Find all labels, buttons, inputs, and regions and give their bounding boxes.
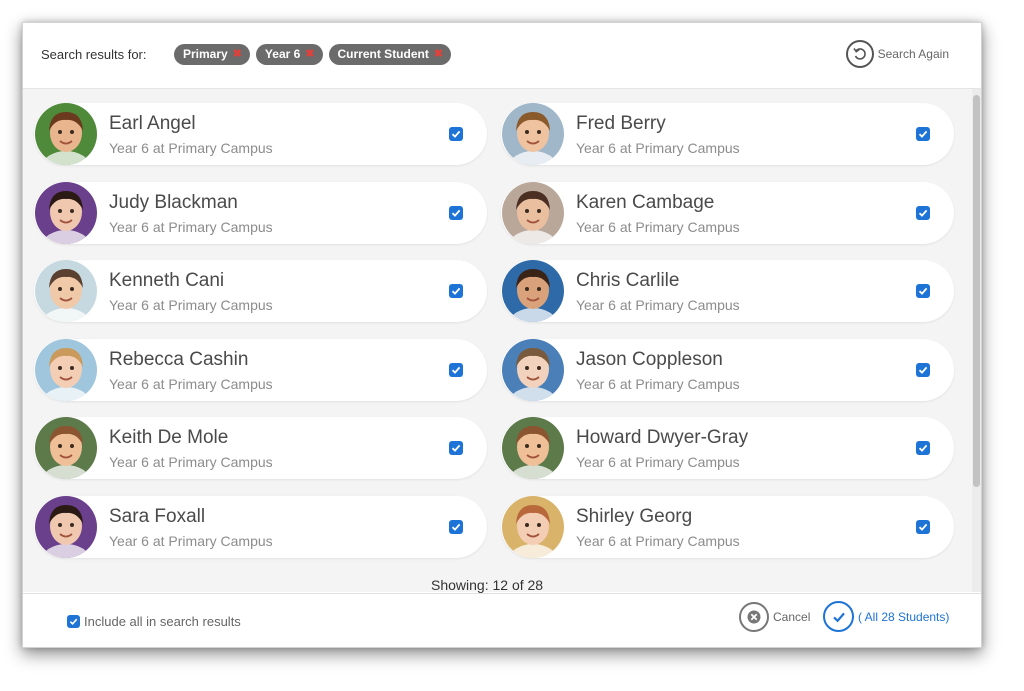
student-select-checkbox[interactable] [916,363,930,377]
student-detail: Year 6 at Primary Campus [109,297,273,313]
student-name: Kenneth Cani [109,270,225,291]
student-name: Sara Foxall [109,506,206,527]
search-header: Search results for: Primary ✖ Year 6 ✖ C… [23,23,981,89]
student-name: Karen Cambage [576,192,715,213]
student-name: Howard Dwyer-Gray [576,427,749,448]
student-card[interactable]: Jason Coppleson Year 6 at Primary Campus [501,339,954,401]
student-select-checkbox[interactable] [916,520,930,534]
student-select-checkbox[interactable] [916,206,930,220]
close-icon [739,602,769,632]
cancel-button[interactable]: Cancel [739,602,810,632]
scrollbar-thumb[interactable] [973,95,980,487]
student-detail: Year 6 at Primary Campus [109,219,273,235]
student-detail: Year 6 at Primary Campus [576,454,740,470]
include-all-option[interactable]: Include all in search results [67,614,241,629]
student-avatar [35,182,97,244]
student-detail: Year 6 at Primary Campus [576,533,740,549]
search-results-label: Search results for: [41,47,147,62]
student-detail: Year 6 at Primary Campus [576,376,740,392]
student-card[interactable]: Karen Cambage Year 6 at Primary Campus [501,182,954,244]
student-detail: Year 6 at Primary Campus [576,297,740,313]
filter-chip-current-student[interactable]: Current Student ✖ [328,44,452,65]
student-select-checkbox[interactable] [916,127,930,141]
student-card[interactable]: Earl Angel Year 6 at Primary Campus [34,103,487,165]
search-again-button[interactable]: Search Again [845,40,949,68]
student-name: Fred Berry [576,113,666,134]
chip-label: Primary [183,47,228,61]
filter-chips: Primary ✖ Year 6 ✖ Current Student ✖ [174,44,452,65]
chip-label: Current Student [337,47,429,61]
student-card[interactable]: Sara Foxall Year 6 at Primary Campus [34,496,487,558]
student-detail: Year 6 at Primary Campus [576,140,740,156]
student-avatar [35,496,97,558]
student-select-checkbox[interactable] [449,206,463,220]
student-search-dialog: Search results for: Primary ✖ Year 6 ✖ C… [22,22,982,648]
student-avatar [35,417,97,479]
student-detail: Year 6 at Primary Campus [576,219,740,235]
student-detail: Year 6 at Primary Campus [109,376,273,392]
chip-label: Year 6 [264,47,301,61]
student-name: Chris Carlile [576,270,680,291]
student-card[interactable]: Kenneth Cani Year 6 at Primary Campus [34,260,487,322]
student-avatar [35,260,97,322]
remove-chip-icon[interactable]: ✖ [305,44,314,65]
student-card[interactable]: Chris Carlile Year 6 at Primary Campus [501,260,954,322]
student-avatar [502,103,564,165]
showing-count: Showing: 12 of 28 [431,577,544,593]
student-card[interactable]: Judy Blackman Year 6 at Primary Campus [34,182,487,244]
student-select-checkbox[interactable] [449,441,463,455]
search-again-label: Search Again [877,47,949,61]
filter-chip-primary[interactable]: Primary ✖ [174,44,250,65]
student-detail: Year 6 at Primary Campus [109,454,273,470]
student-select-checkbox[interactable] [449,363,463,377]
student-avatar [502,496,564,558]
student-detail: Year 6 at Primary Campus [109,533,273,549]
student-avatar [502,182,564,244]
confirm-label: ( All 28 Students) [858,609,950,624]
student-name: Judy Blackman [109,192,238,213]
student-name: Shirley Georg [576,506,693,527]
student-avatar [502,260,564,322]
student-name: Keith De Mole [109,427,229,448]
scrollbar[interactable] [972,89,981,592]
student-name: Jason Coppleson [576,349,723,370]
confirm-selection-button[interactable]: ( All 28 Students) [823,601,949,632]
student-select-checkbox[interactable] [916,441,930,455]
refresh-icon [845,40,874,68]
dialog-footer: Include all in search results Cancel ( A… [23,593,981,647]
student-name: Rebecca Cashin [109,349,249,370]
results-area: Earl Angel Year 6 at Primary Campus Fred B… [23,89,981,593]
remove-chip-icon[interactable]: ✖ [434,44,443,65]
student-avatar [35,103,97,165]
student-name: Earl Angel [109,113,196,134]
student-avatar [35,339,97,401]
student-detail: Year 6 at Primary Campus [109,140,273,156]
student-select-checkbox[interactable] [916,284,930,298]
student-card[interactable]: Keith De Mole Year 6 at Primary Campus [34,417,487,479]
cancel-label: Cancel [773,610,811,624]
student-card[interactable]: Fred Berry Year 6 at Primary Campus [501,103,954,165]
student-avatar [502,339,564,401]
student-select-checkbox[interactable] [449,284,463,298]
checkmark-icon [823,601,854,632]
include-all-checkbox[interactable] [67,615,80,628]
remove-chip-icon[interactable]: ✖ [233,44,242,65]
student-card[interactable]: Shirley Georg Year 6 at Primary Campus [501,496,954,558]
student-avatar [502,417,564,479]
student-select-checkbox[interactable] [449,520,463,534]
student-card[interactable]: Howard Dwyer-Gray Year 6 at Primary Campu… [501,417,954,479]
student-select-checkbox[interactable] [449,127,463,141]
student-card[interactable]: Rebecca Cashin Year 6 at Primary Campus [34,339,487,401]
filter-chip-year-6[interactable]: Year 6 ✖ [255,44,323,65]
include-all-label: Include all in search results [84,614,241,629]
